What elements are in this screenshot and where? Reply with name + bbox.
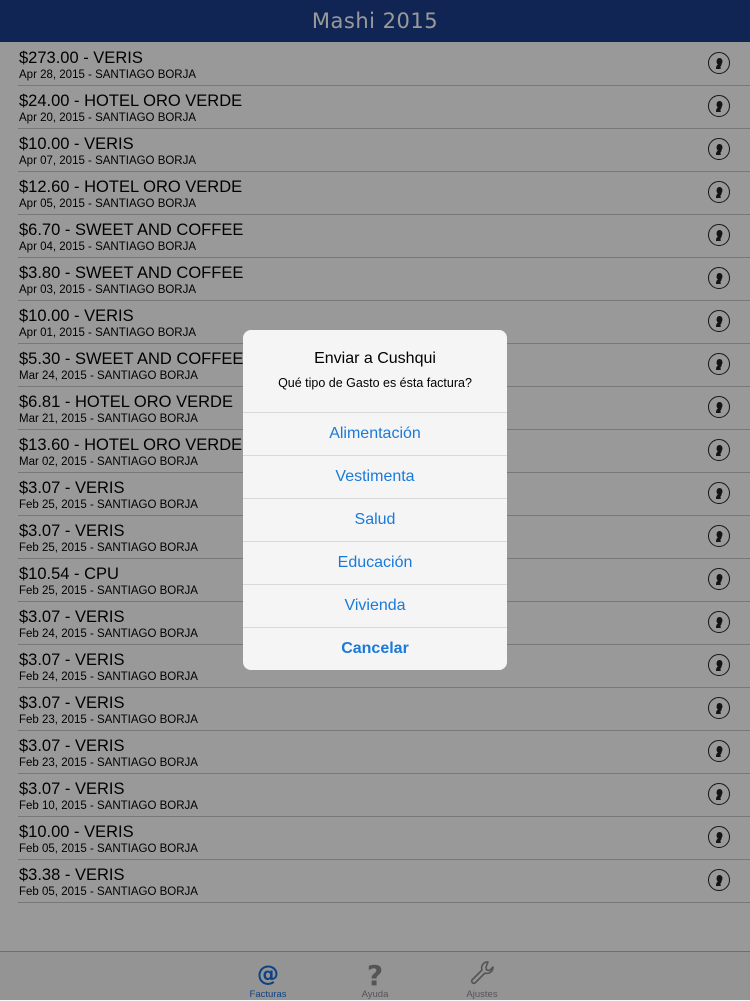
vivienda-button[interactable]: Vivienda — [243, 584, 507, 627]
salud-button[interactable]: Salud — [243, 498, 507, 541]
alert-message: Qué tipo de Gasto es ésta factura? — [278, 376, 472, 390]
alimentacion-button[interactable]: Alimentación — [243, 412, 507, 455]
alert-dialog: Enviar a Cushqui Qué tipo de Gasto es és… — [243, 330, 507, 670]
cancel-button[interactable]: Cancelar — [243, 627, 507, 670]
educacion-button[interactable]: Educación — [243, 541, 507, 584]
vestimenta-button[interactable]: Vestimenta — [243, 455, 507, 498]
alert-title: Enviar a Cushqui — [314, 350, 436, 367]
